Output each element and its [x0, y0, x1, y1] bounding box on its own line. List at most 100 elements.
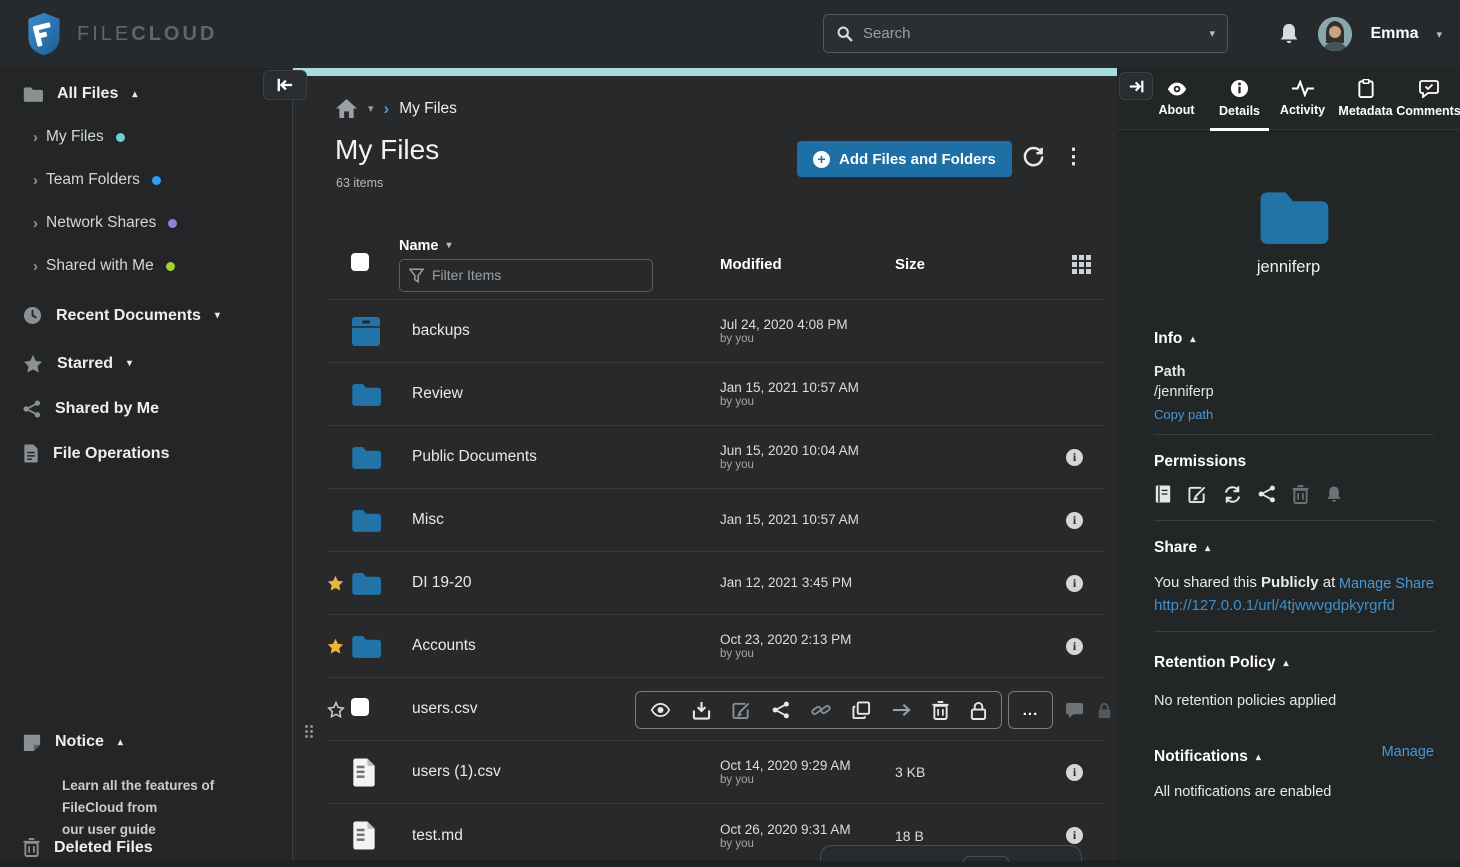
- user-avatar[interactable]: [1318, 17, 1352, 51]
- sidebar-item-deleted-files[interactable]: Deleted Files: [0, 838, 153, 857]
- info-icon[interactable]: i: [1066, 512, 1083, 529]
- drag-handle[interactable]: [305, 725, 313, 738]
- table-row[interactable]: Public Documents Jun 15, 2020 10:04 AM b…: [327, 426, 1105, 489]
- lock-dim-icon[interactable]: [1097, 702, 1112, 719]
- share-heading[interactable]: Share▴: [1154, 539, 1434, 557]
- file-name[interactable]: users (1).csv: [399, 763, 720, 781]
- sidebar-item-team-folders[interactable]: › Team Folders: [0, 171, 292, 189]
- lock-icon[interactable]: [970, 701, 987, 720]
- table-row[interactable]: backups Jul 24, 2020 4:08 PM by you: [327, 300, 1105, 363]
- manage-notifications-link[interactable]: Manage: [1382, 744, 1434, 760]
- info-icon[interactable]: i: [1066, 638, 1083, 655]
- breadcrumb-home-chevron-icon[interactable]: ▾: [368, 102, 374, 115]
- table-row[interactable]: Accounts Oct 23, 2020 2:13 PM by you i: [327, 615, 1105, 678]
- star-filled-icon[interactable]: [327, 638, 344, 654]
- row-more-button[interactable]: ...: [1008, 691, 1053, 729]
- modified-date: Jun 15, 2020 10:04 AM: [720, 443, 895, 459]
- copy-path-link[interactable]: Copy path: [1154, 407, 1434, 422]
- sidebar-item-my-files[interactable]: › My Files: [0, 128, 292, 146]
- home-icon[interactable]: [335, 98, 358, 119]
- search-scope-chevron-icon[interactable]: ▾: [1209, 27, 1215, 40]
- file-name[interactable]: backups: [399, 322, 720, 340]
- notifications-section: Notifications▴ Manage All notifications …: [1154, 748, 1434, 800]
- network-shares-status-dot: [168, 219, 177, 228]
- delete-permission-icon: [1292, 485, 1309, 504]
- star-outline-icon[interactable]: [327, 701, 345, 718]
- manage-share-link[interactable]: Manage Share: [1339, 576, 1434, 592]
- info-icon[interactable]: i: [1066, 827, 1083, 844]
- sidebar-item-all-files[interactable]: All Files ▴: [0, 85, 292, 103]
- top-bar: FILECLOUD ▾ Emma ▾: [0, 0, 1460, 68]
- sidebar-item-label: File Operations: [53, 445, 169, 463]
- file-name[interactable]: Review: [399, 385, 720, 403]
- file-name[interactable]: Misc: [399, 511, 720, 529]
- table-row[interactable]: Misc Jan 15, 2021 10:57 AM i: [327, 489, 1105, 552]
- tab-details[interactable]: Details: [1208, 68, 1271, 129]
- archive-folder-icon: [351, 316, 381, 347]
- delete-trash-icon[interactable]: [932, 701, 949, 720]
- preview-eye-icon[interactable]: [650, 702, 671, 718]
- breadcrumb-current[interactable]: My Files: [399, 100, 457, 118]
- user-menu-chevron-icon[interactable]: ▾: [1436, 28, 1442, 41]
- sidebar-item-shared-by-me[interactable]: Shared by Me: [0, 400, 292, 418]
- comment-icon[interactable]: [1065, 702, 1084, 719]
- share-icon[interactable]: [772, 701, 790, 719]
- user-name[interactable]: Emma: [1370, 25, 1418, 43]
- sidebar-item-recent-documents[interactable]: Recent Documents ▾: [0, 306, 292, 325]
- file-name[interactable]: Accounts: [399, 637, 720, 655]
- file-name[interactable]: DI 19-20: [399, 574, 720, 592]
- table-row[interactable]: DI 19-20 Jan 12, 2021 3:45 PM i: [327, 552, 1105, 615]
- more-options-button[interactable]: ⋮: [1063, 144, 1084, 169]
- sidebar-item-network-shares[interactable]: › Network Shares: [0, 214, 292, 232]
- select-all-checkbox[interactable]: [351, 253, 369, 271]
- table-row[interactable]: users (1).csv Oct 14, 2020 9:29 AM by yo…: [327, 741, 1105, 804]
- path-value: /jenniferp: [1154, 384, 1434, 400]
- sidebar-item-starred[interactable]: Starred ▾: [0, 354, 292, 373]
- filter-input[interactable]: [432, 267, 643, 283]
- folder-icon: [23, 86, 43, 102]
- permissions-heading: Permissions: [1154, 453, 1434, 471]
- sidebar-item-notice[interactable]: Notice ▴: [0, 733, 123, 751]
- info-icon[interactable]: i: [1066, 449, 1083, 466]
- file-name[interactable]: Public Documents: [399, 448, 720, 466]
- size-column-header[interactable]: Size: [895, 256, 1025, 273]
- comments-bubble-icon: [1419, 80, 1439, 98]
- modified-column-header[interactable]: Modified: [720, 256, 895, 273]
- sidebar-collapse-button[interactable]: [263, 70, 307, 100]
- add-files-label: Add Files and Folders: [839, 151, 996, 168]
- search-input[interactable]: [863, 25, 1209, 42]
- link-icon[interactable]: [811, 700, 831, 720]
- file-name[interactable]: test.md: [399, 827, 720, 845]
- info-heading[interactable]: Info▴: [1154, 330, 1434, 348]
- filter-box[interactable]: [399, 259, 653, 292]
- download-icon[interactable]: [692, 701, 711, 720]
- refresh-button[interactable]: [1022, 146, 1045, 169]
- global-search[interactable]: ▾: [823, 14, 1228, 53]
- add-files-button[interactable]: + Add Files and Folders: [797, 141, 1012, 177]
- sidebar-item-file-operations[interactable]: File Operations: [0, 444, 292, 463]
- move-arrow-icon[interactable]: [892, 703, 911, 717]
- star-filled-icon[interactable]: [327, 575, 344, 591]
- table-row[interactable]: Review Jan 15, 2021 10:57 AM by you: [327, 363, 1105, 426]
- row-checkbox[interactable]: [351, 698, 369, 716]
- notifications-bell-icon[interactable]: [1278, 22, 1300, 46]
- tab-about[interactable]: About: [1145, 68, 1208, 129]
- grid-view-toggle[interactable]: [1072, 255, 1091, 274]
- edit-icon[interactable]: [732, 701, 751, 720]
- table-row-hovered[interactable]: users.csv: [327, 678, 1105, 741]
- sidebar-item-shared-with-me[interactable]: › Shared with Me: [0, 257, 292, 275]
- tab-activity[interactable]: Activity: [1271, 68, 1334, 129]
- info-icon[interactable]: i: [1066, 575, 1083, 592]
- copy-icon[interactable]: [852, 701, 871, 720]
- tab-comments[interactable]: Comments: [1397, 68, 1460, 129]
- shared-with-me-status-dot: [166, 262, 175, 271]
- plus-circle-icon: +: [813, 151, 830, 168]
- share-url-link[interactable]: http://127.0.0.1/url/4tjwwvgdpkyrgrfd: [1154, 597, 1434, 614]
- name-column-header[interactable]: Name▾: [399, 238, 720, 254]
- list-header: Name▾ Modified Size: [327, 230, 1105, 300]
- modified-by: by you: [720, 459, 895, 471]
- modified-date: Oct 26, 2020 9:31 AM: [720, 822, 895, 838]
- info-icon[interactable]: i: [1066, 764, 1083, 781]
- tab-metadata[interactable]: Metadata: [1334, 68, 1397, 129]
- retention-heading[interactable]: Retention Policy▴: [1154, 654, 1434, 672]
